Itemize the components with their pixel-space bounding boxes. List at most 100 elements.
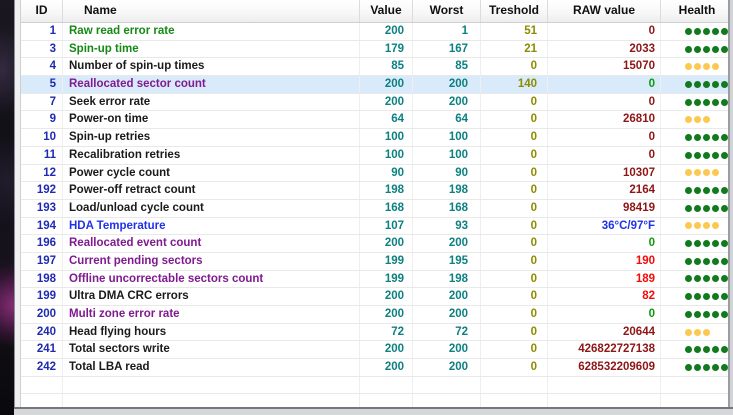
- cell-value: 200: [360, 341, 413, 359]
- empty-cell: [413, 394, 481, 407]
- empty-cell: [63, 394, 360, 407]
- table-row[interactable]: 192 Power-off retract count 198 198 0 2164: [21, 182, 733, 200]
- cell-value: 200: [360, 288, 413, 305]
- health-dot-icon: [712, 222, 719, 230]
- health-dot-icon: [721, 257, 728, 265]
- health-dot-icon: [721, 133, 728, 141]
- health-dot-icon: [685, 275, 692, 283]
- health-dot-icon: [694, 116, 701, 124]
- cell-name: Total sectors write: [63, 341, 360, 359]
- health-dot-icon: [694, 98, 701, 106]
- health-dot-icon: [685, 293, 692, 301]
- health-dot-icon: [685, 363, 692, 371]
- column-header-worst[interactable]: Worst: [413, 0, 481, 22]
- cell-id: 199: [21, 288, 63, 305]
- table-row[interactable]: 242 Total LBA read 200 200 0 628532209609: [21, 359, 733, 377]
- health-dot-icon: [712, 27, 719, 35]
- cell-health: [661, 341, 733, 358]
- health-dot-icon: [703, 310, 710, 318]
- table-row[interactable]: 199 Ultra DMA CRC errors 200 200 0 82: [21, 288, 733, 306]
- cell-treshold: 140: [481, 76, 548, 93]
- column-header-value[interactable]: Value: [360, 0, 413, 22]
- table-row[interactable]: 9 Power-on time 64 64 0 26810: [21, 111, 733, 130]
- health-dot-icon: [685, 27, 692, 35]
- cell-value: 200: [360, 23, 413, 40]
- cell-raw-value: 189: [548, 270, 661, 288]
- column-header-id[interactable]: ID: [21, 0, 63, 22]
- cell-treshold: 0: [481, 58, 548, 76]
- health-dot-icon: [694, 151, 701, 159]
- cell-raw-value: 26810: [548, 111, 661, 129]
- health-dot-icon: [703, 257, 710, 265]
- cell-name: Raw read error rate: [63, 23, 360, 40]
- empty-cell: [360, 376, 413, 394]
- health-dot-icon: [685, 187, 692, 195]
- health-dot-icon: [721, 346, 728, 354]
- cell-worst: 200: [413, 359, 481, 376]
- table-row[interactable]: 7 Seek error rate 200 200 0 0: [21, 93, 733, 112]
- table-row[interactable]: 194 HDA Temperature 107 93 0 36°C/97°F: [21, 217, 733, 236]
- table-row[interactable]: 3 Spin-up time 179 167 21 2033: [21, 40, 733, 59]
- cell-health: [661, 182, 733, 199]
- empty-cell: [661, 394, 733, 407]
- table-row[interactable]: 5 Reallocated sector count 200 200 140 0: [21, 76, 733, 94]
- table-row[interactable]: 10 Spin-up retries 100 100 0 0: [21, 129, 733, 147]
- health-dot-icon: [703, 98, 710, 106]
- health-dot-icon: [694, 275, 701, 283]
- cell-health: [661, 41, 733, 58]
- table-row[interactable]: 11 Recalibration retries 100 100 0 0: [21, 146, 733, 165]
- health-dot-icon: [694, 346, 701, 354]
- health-dot-icon: [685, 328, 692, 336]
- health-dot-icon: [685, 151, 692, 159]
- health-dot-icon: [703, 240, 710, 248]
- cell-id: 9: [21, 111, 63, 129]
- cell-worst: 198: [413, 182, 481, 199]
- cell-worst: 90: [413, 164, 481, 182]
- cell-value: 200: [360, 76, 413, 93]
- health-dot-icon: [721, 187, 728, 195]
- table-row[interactable]: 200 Multi zone error rate 200 200 0 0: [21, 306, 733, 324]
- table-row[interactable]: 241 Total sectors write 200 200 0 42682272713…: [21, 341, 733, 360]
- health-dot-icon: [685, 310, 692, 318]
- column-header-health[interactable]: Health: [661, 0, 733, 22]
- health-dot-icon: [694, 187, 701, 195]
- health-dot-icon: [685, 80, 692, 88]
- column-header-raw-value[interactable]: RAW value: [548, 0, 661, 22]
- cell-name: Ultra DMA CRC errors: [63, 288, 360, 305]
- health-dot-icon: [685, 222, 692, 230]
- table-row[interactable]: 1 Raw read error rate 200 1 51 0: [21, 23, 733, 41]
- cell-worst: 195: [413, 252, 481, 270]
- table-row[interactable]: 196 Reallocated event count 200 200 0 0: [21, 235, 733, 253]
- cell-id: 4: [21, 58, 63, 76]
- cell-health: [661, 76, 733, 93]
- empty-cell: [21, 376, 63, 394]
- health-dot-icon: [703, 293, 710, 301]
- cell-health: [661, 23, 733, 40]
- smart-attributes-table: ID Name Value Worst Treshold RAW value H…: [20, 0, 733, 407]
- table-row[interactable]: 193 Load/unload cycle count 168 168 0 98419: [21, 199, 733, 218]
- cell-value: 64: [360, 111, 413, 129]
- health-dot-icon: [703, 63, 710, 71]
- cell-worst: 168: [413, 199, 481, 217]
- column-header-treshold[interactable]: Treshold: [481, 0, 548, 22]
- health-dot-icon: [685, 240, 692, 248]
- cell-treshold: 0: [481, 146, 548, 164]
- cell-name: HDA Temperature: [63, 217, 360, 235]
- cell-value: 198: [360, 182, 413, 199]
- cell-raw-value: 0: [548, 129, 661, 146]
- cell-value: 72: [360, 323, 413, 341]
- cell-id: 10: [21, 129, 63, 146]
- table-row[interactable]: 240 Head flying hours 72 72 0 20644: [21, 323, 733, 342]
- table-row[interactable]: 4 Number of spin-up times 85 85 0 15070: [21, 58, 733, 77]
- table-row[interactable]: 197 Current pending sectors 199 195 0 190: [21, 252, 733, 271]
- health-dot-icon: [694, 257, 701, 265]
- window-bottom-border: [14, 407, 733, 415]
- health-dot-icon: [703, 222, 710, 230]
- cell-treshold: 0: [481, 129, 548, 146]
- cell-treshold: 0: [481, 252, 548, 270]
- column-header-name[interactable]: Name: [63, 0, 360, 22]
- table-row[interactable]: 198 Offline uncorrectable sectors count 19…: [21, 270, 733, 289]
- empty-cell: [548, 394, 661, 407]
- health-dot-icon: [685, 116, 692, 124]
- table-row[interactable]: 12 Power cycle count 90 90 0 10307: [21, 164, 733, 183]
